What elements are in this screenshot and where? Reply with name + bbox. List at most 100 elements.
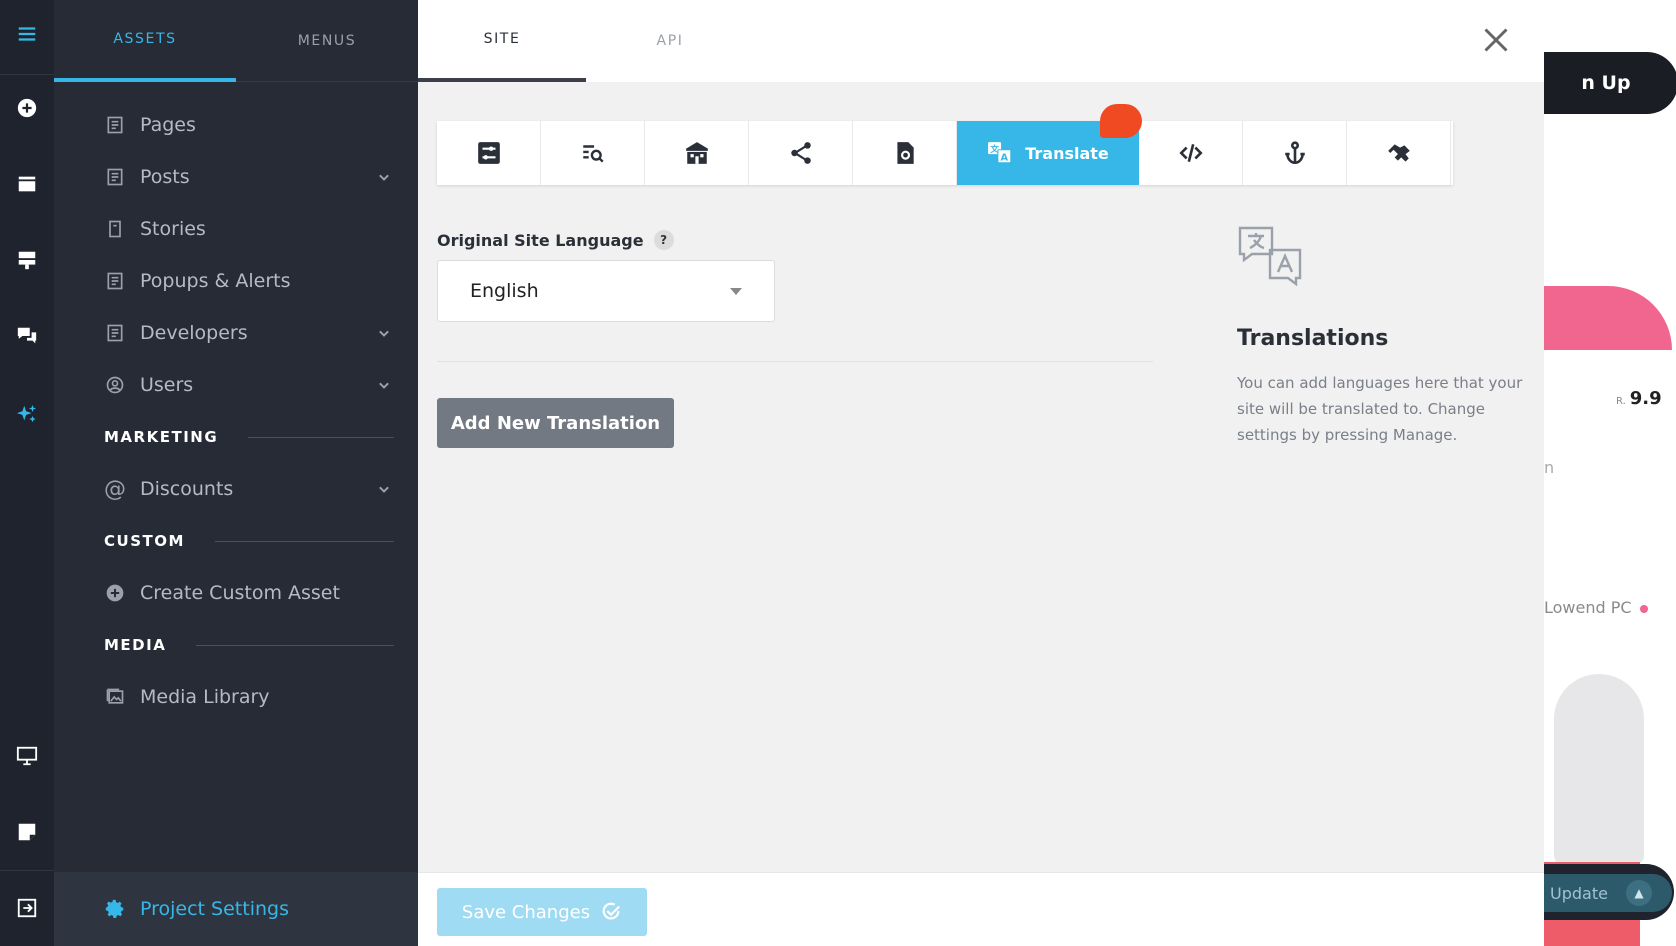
notification-bubble-icon <box>1100 104 1142 138</box>
sidebar-item-label: Create Custom Asset <box>140 582 340 604</box>
phone-page-icon <box>104 218 126 240</box>
share-icon <box>790 142 811 164</box>
settings-modal: SITE API 文A Translate Original Site Lang… <box>418 0 1544 946</box>
building-icon <box>685 142 708 164</box>
note-icon[interactable] <box>0 812 54 852</box>
sidebar-item-pages[interactable]: Pages <box>104 107 394 143</box>
language-select[interactable]: English <box>437 260 775 322</box>
sidebar-item-discounts[interactable]: @ Discounts <box>104 471 394 507</box>
seo-settings-button[interactable] <box>541 121 645 185</box>
sidebar-item-label: Popups & Alerts <box>140 270 291 292</box>
sign-up-button[interactable]: n Up <box>1544 52 1676 114</box>
file-settings-button[interactable] <box>853 121 957 185</box>
search-list-icon <box>582 145 604 163</box>
sidebar-item-label: Developers <box>140 322 248 344</box>
tab-menus[interactable]: MENUS <box>236 0 418 82</box>
language-label: Original Site Language ? <box>437 230 674 250</box>
general-settings-button[interactable] <box>437 121 541 185</box>
sidebar-item-label: Pages <box>140 114 196 136</box>
desktop-icon[interactable] <box>0 736 54 776</box>
lowend-text: Lowend PC <box>1544 598 1632 617</box>
exit-icon[interactable] <box>0 888 54 928</box>
modal-header: SITE API <box>418 0 1544 82</box>
price-prefix: R. <box>1616 396 1626 407</box>
page-icon <box>104 166 126 188</box>
sparkles-icon[interactable] <box>0 394 54 434</box>
integrations-button[interactable] <box>1347 121 1451 185</box>
assets-panel: ASSETS MENUS Pages Posts Stories Popups … <box>54 0 418 946</box>
svg-text:A: A <box>1001 153 1009 164</box>
layers-icon[interactable] <box>0 164 54 204</box>
gear-icon <box>105 899 124 918</box>
sidebar-item-posts[interactable]: Posts <box>104 159 394 195</box>
add-circle-icon[interactable] <box>0 88 54 128</box>
section-custom: CUSTOM <box>104 529 394 553</box>
sidebar-item-create-custom-asset[interactable]: Create Custom Asset <box>104 575 394 611</box>
tab-api[interactable]: API <box>586 0 754 82</box>
tab-assets[interactable]: ASSETS <box>54 0 236 82</box>
pink-shape <box>1544 286 1672 350</box>
sidebar-item-developers[interactable]: Developers <box>104 315 394 351</box>
sidebar-item-label: Posts <box>140 166 190 188</box>
anchor-icon <box>1284 141 1305 165</box>
language-label-text: Original Site Language <box>437 230 644 250</box>
settings-toolbar: 文A Translate <box>437 121 1453 185</box>
chevron-down-icon[interactable] <box>374 323 394 343</box>
project-settings-button[interactable]: Project Settings <box>54 872 418 946</box>
hamburger-menu-icon[interactable] <box>0 14 54 54</box>
page-icon <box>104 322 126 344</box>
close-icon[interactable] <box>1478 22 1514 58</box>
caret-down-icon <box>730 288 742 295</box>
social-share-button[interactable] <box>749 121 853 185</box>
code-icon <box>1178 144 1203 162</box>
sidebar-item-label: Media Library <box>140 686 270 708</box>
language-select-value: English <box>470 280 539 302</box>
device-mockup <box>1554 674 1644 864</box>
section-marketing: MARKETING <box>104 425 394 449</box>
at-sign-icon: @ <box>104 476 126 502</box>
code-settings-button[interactable] <box>1139 121 1243 185</box>
section-title: CUSTOM <box>104 532 185 550</box>
panel-tabs: ASSETS MENUS <box>54 0 418 82</box>
section-title: MARKETING <box>104 428 219 446</box>
file-gear-icon <box>896 142 914 164</box>
translate-outline-icon <box>1238 226 1302 287</box>
chevron-down-icon[interactable] <box>374 479 394 499</box>
user-circle-icon <box>104 374 126 396</box>
sidebar-item-stories[interactable]: Stories <box>104 211 394 247</box>
price-text: R. 9.9 <box>1616 388 1662 409</box>
business-settings-button[interactable] <box>645 121 749 185</box>
update-label: Update <box>1550 883 1608 903</box>
chat-bubbles-icon[interactable] <box>0 316 54 356</box>
section-media: MEDIA <box>104 633 394 657</box>
icon-rail <box>0 0 54 946</box>
sidebar-item-popups[interactable]: Popups & Alerts <box>104 263 394 299</box>
save-changes-button[interactable]: Save Changes <box>437 888 647 936</box>
sidebar-item-label: Stories <box>140 218 206 240</box>
images-icon <box>104 686 126 708</box>
translate-label: Translate <box>1025 143 1109 163</box>
chevron-down-icon[interactable] <box>374 375 394 395</box>
update-button[interactable]: Update ▲ <box>1544 874 1672 912</box>
translate-icon: 文A <box>988 142 1012 164</box>
chevron-up-icon[interactable]: ▲ <box>1625 880 1652 906</box>
status-dot-icon <box>1639 604 1648 613</box>
save-changes-label: Save Changes <box>461 901 591 923</box>
modal-footer: Save Changes <box>418 872 1544 946</box>
sidebar-item-media-library[interactable]: Media Library <box>104 679 394 715</box>
anchor-settings-button[interactable] <box>1243 121 1347 185</box>
help-icon[interactable]: ? <box>653 230 674 250</box>
page-icon <box>104 270 126 292</box>
background-page: n Up R. 9.9 n Lowend PC Update ▲ <box>1544 0 1676 946</box>
sign-post-icon[interactable] <box>0 240 54 280</box>
page-icon <box>104 114 126 136</box>
project-settings-label: Project Settings <box>140 898 289 920</box>
chevron-down-icon[interactable] <box>374 167 394 187</box>
add-circle-icon <box>104 582 126 604</box>
sidebar-item-users[interactable]: Users <box>104 367 394 403</box>
stub-text: n <box>1544 458 1555 477</box>
sidebar-item-label: Users <box>140 374 194 396</box>
section-title: MEDIA <box>104 636 167 654</box>
tab-site[interactable]: SITE <box>418 0 586 82</box>
add-new-translation-button[interactable]: Add New Translation <box>437 398 674 448</box>
